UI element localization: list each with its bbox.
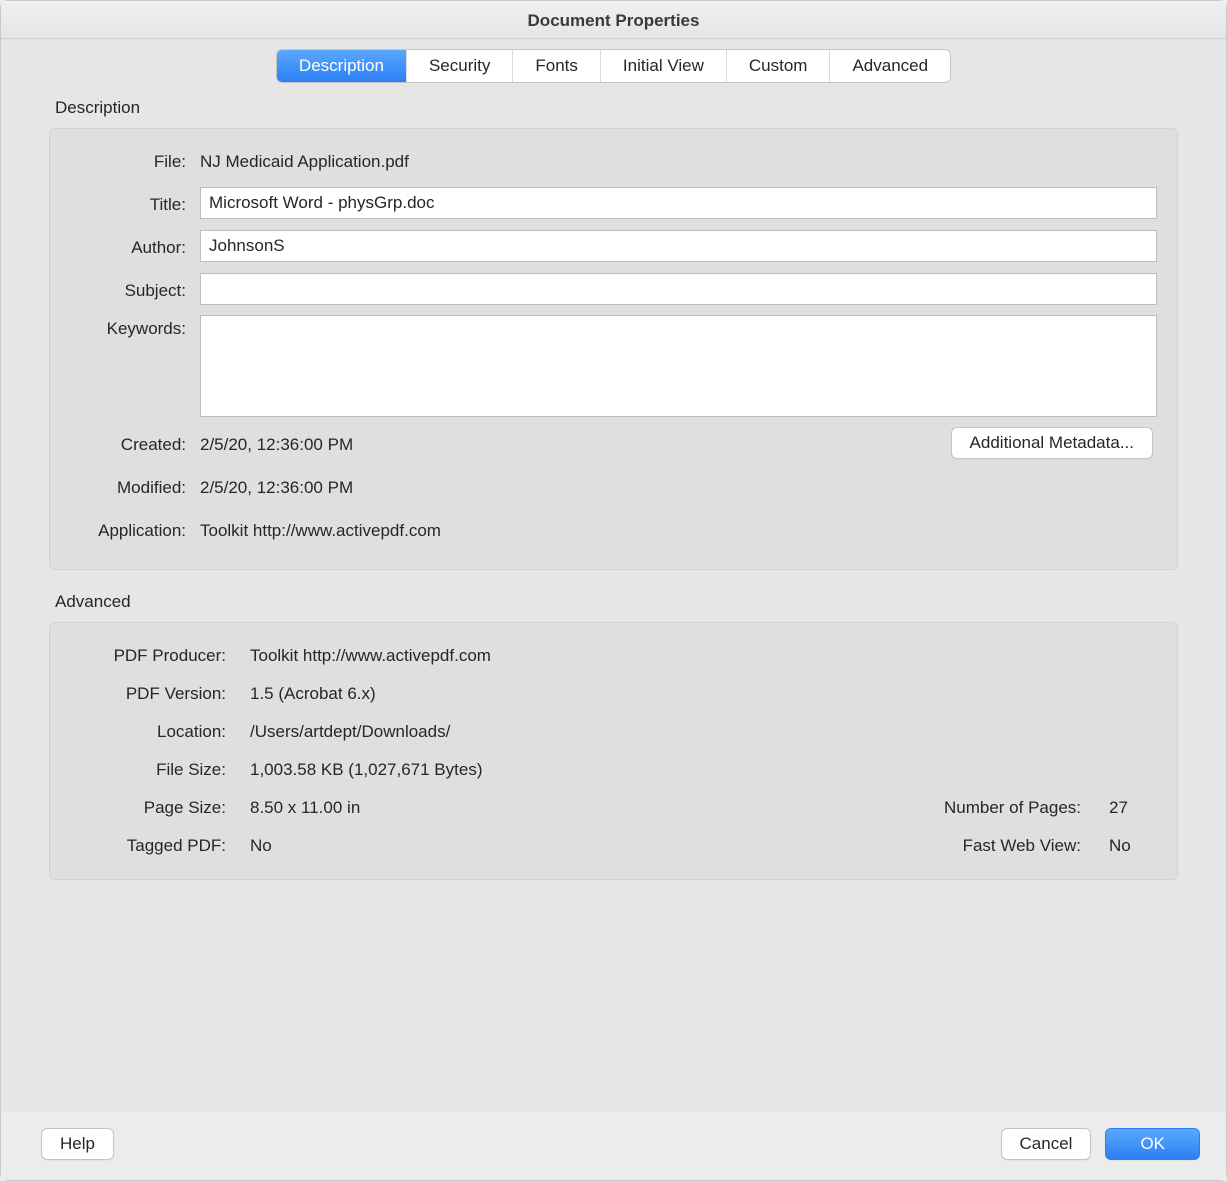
- section-title-advanced: Advanced: [49, 592, 1178, 612]
- label-created: Created:: [70, 431, 200, 455]
- row-modified: Modified: 2/5/20, 12:36:00 PM: [70, 469, 1157, 503]
- label-file-size: File Size:: [70, 760, 250, 780]
- value-location: /Users/artdept/Downloads/: [250, 722, 450, 742]
- additional-metadata-button[interactable]: Additional Metadata...: [951, 427, 1153, 459]
- tabbar: Description Security Fonts Initial View …: [276, 49, 951, 83]
- value-number-of-pages: 27: [1109, 798, 1157, 818]
- label-title: Title:: [70, 191, 200, 215]
- cancel-button[interactable]: Cancel: [1001, 1128, 1092, 1160]
- help-button[interactable]: Help: [41, 1128, 114, 1160]
- subject-input[interactable]: [200, 273, 1157, 305]
- label-pdf-producer: PDF Producer:: [70, 646, 250, 666]
- row-pdf-producer: PDF Producer: Toolkit http://www.activep…: [70, 637, 1157, 675]
- label-modified: Modified:: [70, 474, 200, 498]
- advanced-group: PDF Producer: Toolkit http://www.activep…: [49, 622, 1178, 880]
- row-application: Application: Toolkit http://www.activepd…: [70, 512, 1157, 546]
- value-file-size: 1,003.58 KB (1,027,671 Bytes): [250, 760, 483, 780]
- row-tagged-pdf: Tagged PDF: No Fast Web View: No: [70, 827, 1157, 865]
- label-pdf-version: PDF Version:: [70, 684, 250, 704]
- row-author: Author:: [70, 229, 1157, 263]
- row-pdf-version: PDF Version: 1.5 (Acrobat 6.x): [70, 675, 1157, 713]
- label-page-size: Page Size:: [70, 798, 250, 818]
- dialog-footer: Help Cancel OK: [1, 1112, 1226, 1180]
- label-file: File:: [70, 148, 200, 172]
- label-tagged-pdf: Tagged PDF:: [70, 836, 250, 856]
- label-author: Author:: [70, 234, 200, 258]
- value-pdf-version: 1.5 (Acrobat 6.x): [250, 684, 376, 704]
- description-group: File: NJ Medicaid Application.pdf Title:…: [49, 128, 1178, 570]
- window-title: Document Properties: [1, 1, 1226, 39]
- author-input[interactable]: [200, 230, 1157, 262]
- dialog-content: Description Security Fonts Initial View …: [1, 39, 1226, 1112]
- value-fast-web-view: No: [1109, 836, 1157, 856]
- keywords-input[interactable]: [200, 315, 1157, 417]
- tab-initial-view[interactable]: Initial View: [601, 50, 727, 82]
- title-input[interactable]: [200, 187, 1157, 219]
- label-fast-web-view: Fast Web View:: [963, 836, 1109, 856]
- row-subject: Subject:: [70, 272, 1157, 306]
- row-page-size: Page Size: 8.50 x 11.00 in Number of Pag…: [70, 789, 1157, 827]
- row-created: Created: 2/5/20, 12:36:00 PM Additional …: [70, 426, 1157, 460]
- value-page-size: 8.50 x 11.00 in: [250, 798, 360, 818]
- label-number-of-pages: Number of Pages:: [944, 798, 1109, 818]
- row-location: Location: /Users/artdept/Downloads/: [70, 713, 1157, 751]
- value-tagged-pdf: No: [250, 836, 272, 856]
- value-application: Toolkit http://www.activepdf.com: [200, 517, 441, 541]
- tabs-container: Description Security Fonts Initial View …: [29, 49, 1198, 83]
- row-file: File: NJ Medicaid Application.pdf: [70, 143, 1157, 177]
- tab-security[interactable]: Security: [407, 50, 513, 82]
- row-keywords: Keywords:: [70, 315, 1157, 417]
- row-title: Title:: [70, 186, 1157, 220]
- value-pdf-producer: Toolkit http://www.activepdf.com: [250, 646, 491, 666]
- document-properties-window: Document Properties Description Security…: [0, 0, 1227, 1181]
- tab-fonts[interactable]: Fonts: [513, 50, 601, 82]
- tab-advanced[interactable]: Advanced: [830, 50, 950, 82]
- tab-description[interactable]: Description: [277, 50, 407, 82]
- description-panel: Description File: NJ Medicaid Applicatio…: [29, 66, 1198, 1062]
- tab-custom[interactable]: Custom: [727, 50, 831, 82]
- label-location: Location:: [70, 722, 250, 742]
- section-title-description: Description: [49, 98, 1178, 118]
- value-modified: 2/5/20, 12:36:00 PM: [200, 474, 353, 498]
- label-keywords: Keywords:: [70, 315, 200, 339]
- ok-button[interactable]: OK: [1105, 1128, 1200, 1160]
- label-application: Application:: [70, 517, 200, 541]
- value-file: NJ Medicaid Application.pdf: [200, 148, 409, 172]
- label-subject: Subject:: [70, 277, 200, 301]
- row-file-size: File Size: 1,003.58 KB (1,027,671 Bytes): [70, 751, 1157, 789]
- value-created: 2/5/20, 12:36:00 PM: [200, 431, 353, 455]
